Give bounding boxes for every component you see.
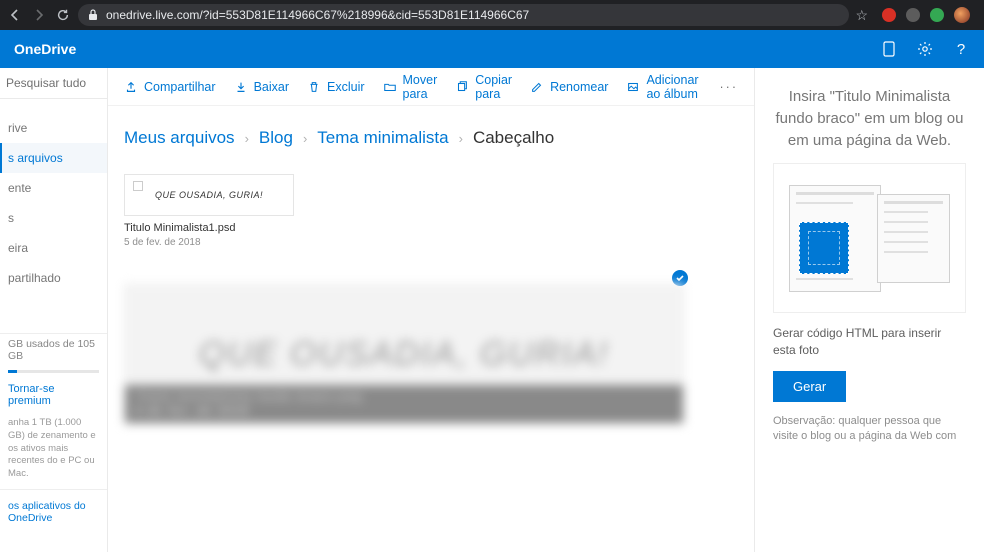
details-panel: Insira "Titulo Minimalista fundo braco" … [754, 68, 984, 552]
breadcrumb-item[interactable]: Tema minimalista [317, 128, 448, 148]
chevron-right-icon: › [303, 131, 307, 146]
file-name: Titulo minimalista fundo braco.png [135, 391, 673, 403]
extension-icon[interactable] [882, 8, 896, 22]
storage-text: GB usados de 105 GB [0, 333, 107, 366]
forward-icon[interactable] [30, 6, 48, 24]
rename-button[interactable]: Renomear [530, 80, 608, 94]
app-download-link[interactable]: os aplicativos do OneDrive [0, 494, 107, 530]
app-header: OneDrive ? [0, 30, 984, 68]
file-thumbnail-large: QUE OUSADIA, GURIA! Titulo minimalista f… [124, 284, 684, 424]
toolbar-label: Compartilhar [144, 80, 216, 94]
sidebar-item[interactable]: eira [0, 233, 107, 263]
toolbar-label: Mover para [403, 73, 438, 101]
brand-logo[interactable]: OneDrive [14, 41, 76, 57]
address-bar[interactable]: onedrive.live.com/?id=553D81E114966C67%2… [78, 4, 849, 26]
share-button[interactable]: Compartilhar [124, 80, 216, 94]
extensions [874, 7, 978, 23]
storage-bar [8, 370, 99, 373]
reload-icon[interactable] [54, 6, 72, 24]
share-icon [124, 80, 138, 94]
chevron-right-icon: › [459, 131, 463, 146]
rename-icon [530, 80, 544, 94]
file-tile[interactable]: QUE OUSADIA, GURIA! Titulo Minimalista1.… [124, 174, 294, 248]
extension-icon[interactable] [906, 8, 920, 22]
main-area: Compartilhar Baixar Excluir Mover para C… [108, 68, 754, 552]
extension-icon[interactable] [930, 8, 944, 22]
album-icon [626, 80, 640, 94]
search-input[interactable]: Pesquisar tudo [0, 68, 107, 99]
toolbar-label: Copiar para [475, 73, 512, 101]
addalbum-button[interactable]: Adicionar ao álbum [626, 73, 701, 101]
generate-button[interactable]: Gerar [773, 371, 846, 402]
toolbar-label: Excluir [327, 80, 365, 94]
lock-icon [88, 9, 98, 21]
file-date: 5 de fev. de 2018 [124, 237, 294, 248]
workspace: Meus arquivos › Blog › Tema minimalista … [108, 106, 754, 552]
command-bar: Compartilhar Baixar Excluir Mover para C… [108, 68, 754, 106]
sidebar: Pesquisar tudo rive s arquivos ente s ei… [0, 68, 108, 552]
file-date: 4 de fev. de 2018 [135, 405, 673, 417]
back-icon[interactable] [6, 6, 24, 24]
embed-title: Insira "Titulo Minimalista fundo braco" … [773, 86, 966, 151]
help-icon[interactable]: ? [952, 40, 970, 58]
toolbar-label: Baixar [254, 80, 289, 94]
thumbnail-text: QUE OUSADIA, GURIA! [155, 190, 263, 200]
sidebar-item[interactable]: ente [0, 173, 107, 203]
toolbar-label: Adicionar ao álbum [646, 73, 701, 101]
copyto-button[interactable]: Copiar para [455, 73, 512, 101]
bookmark-star-icon[interactable]: ☆ [855, 7, 868, 24]
breadcrumb-item-current: Cabeçalho [473, 128, 554, 148]
chevron-right-icon: › [245, 131, 249, 146]
url-text: onedrive.live.com/?id=553D81E114966C67%2… [106, 8, 529, 22]
checkbox-icon[interactable] [133, 181, 143, 191]
copy-icon [455, 80, 469, 94]
thumbnail-text: QUE OUSADIA, GURIA! [199, 335, 609, 374]
breadcrumb-item[interactable]: Blog [259, 128, 293, 148]
sidebar-item[interactable]: rive [0, 113, 107, 143]
embed-diagram [773, 163, 966, 313]
settings-gear-icon[interactable] [916, 40, 934, 58]
file-name: Titulo Minimalista1.psd [124, 222, 294, 234]
embed-helper: Gerar código HTML para inserir esta foto [773, 325, 966, 359]
mobile-icon[interactable] [880, 40, 898, 58]
sidebar-item-files[interactable]: s arquivos [0, 143, 107, 173]
delete-icon [307, 80, 321, 94]
delete-button[interactable]: Excluir [307, 80, 365, 94]
browser-chrome: onedrive.live.com/?id=553D81E114966C67%2… [0, 0, 984, 30]
premium-note: anha 1 TB (1.000 GB) de zenamento e os a… [0, 413, 107, 485]
download-button[interactable]: Baixar [234, 80, 289, 94]
embed-note: Observação: qualquer pessoa que visite o… [773, 414, 966, 445]
premium-link[interactable]: Tornar-se premium [0, 377, 107, 413]
moveto-button[interactable]: Mover para [383, 73, 438, 101]
sidebar-item[interactable]: s [0, 203, 107, 233]
breadcrumb: Meus arquivos › Blog › Tema minimalista … [124, 128, 738, 148]
breadcrumb-item[interactable]: Meus arquivos [124, 128, 235, 148]
profile-avatar[interactable] [954, 7, 970, 23]
file-tile-selected[interactable]: QUE OUSADIA, GURIA! Titulo minimalista f… [124, 284, 684, 424]
file-thumbnail: QUE OUSADIA, GURIA! [124, 174, 294, 216]
sidebar-item[interactable]: partilhado [0, 263, 107, 293]
folder-move-icon [383, 80, 397, 94]
toolbar-label: Renomear [550, 80, 608, 94]
download-icon [234, 80, 248, 94]
more-button[interactable]: ··· [720, 80, 739, 94]
